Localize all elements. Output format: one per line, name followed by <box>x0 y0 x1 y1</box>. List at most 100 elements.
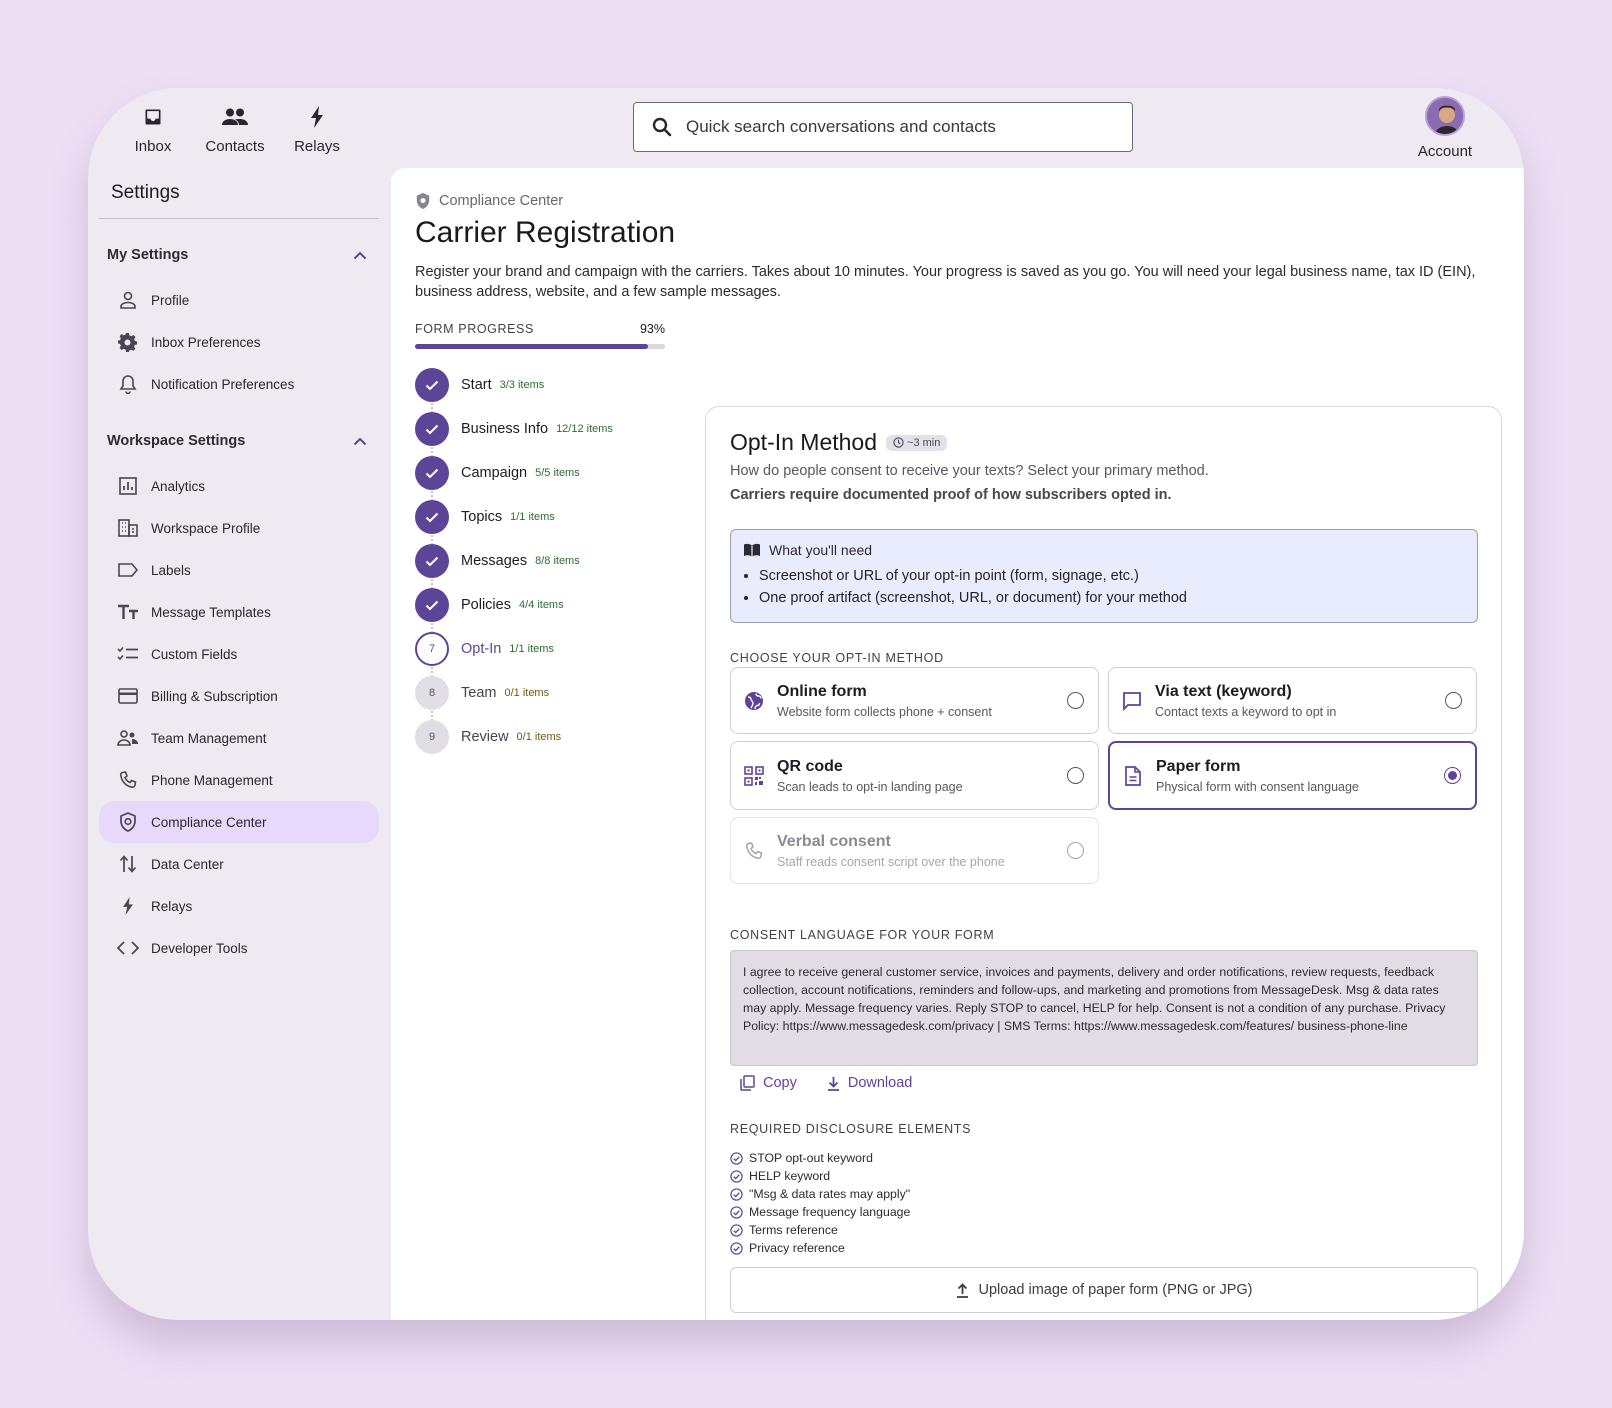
gear-icon <box>117 331 139 353</box>
method-paper-form[interactable]: Paper form Physical form with consent la… <box>1108 741 1477 810</box>
check-icon <box>415 500 449 534</box>
nav-inbox[interactable]: Inbox <box>112 102 194 155</box>
time-badge: ~3 min <box>886 434 948 451</box>
sidebar-item-analytics[interactable]: Analytics <box>99 465 379 507</box>
sidebar-item-compliance-center[interactable]: Compliance Center <box>99 801 379 843</box>
check-icon <box>415 544 449 578</box>
nav-relays[interactable]: Relays <box>276 102 358 155</box>
sidebar-item-custom-fields[interactable]: Custom Fields <box>99 633 379 675</box>
sidebar-item-label: Relays <box>151 898 193 914</box>
sidebar-item-label: Workspace Profile <box>151 520 261 536</box>
required-element-item: Privacy reference <box>730 1239 910 1257</box>
workspace-settings-header[interactable]: Workspace Settings <box>99 423 379 459</box>
step-campaign[interactable]: Campaign 5/5 items <box>415 451 665 495</box>
check-circle-icon <box>730 1205 749 1219</box>
step-business-info[interactable]: Business Info 12/12 items <box>415 407 665 451</box>
search-input[interactable] <box>686 117 1106 137</box>
sidebar-item-workspace-profile[interactable]: Workspace Profile <box>99 507 379 549</box>
step-start[interactable]: Start 3/3 items <box>415 363 665 407</box>
required-element-item: HELP keyword <box>730 1167 910 1185</box>
sidebar-item-phone-management[interactable]: Phone Management <box>99 759 379 801</box>
page-title: Carrier Registration <box>415 216 676 249</box>
sidebar-item-inbox-preferences[interactable]: Inbox Preferences <box>99 321 379 363</box>
shield-icon <box>117 811 139 833</box>
bolt-icon <box>117 895 139 917</box>
inbox-icon <box>143 102 163 132</box>
sidebar-item-label: Phone Management <box>151 772 273 788</box>
method-description: Website form collects phone + consent <box>777 704 992 719</box>
people-icon <box>222 102 248 132</box>
step-count: 1/1 items <box>509 643 554 655</box>
required-element-label: Privacy reference <box>749 1241 845 1255</box>
method-description: Staff reads consent script over the phon… <box>777 854 1005 869</box>
step-team[interactable]: 8 Team 0/1 items <box>415 671 665 715</box>
step-name: Team <box>461 685 497 701</box>
sidebar-item-relays[interactable]: Relays <box>99 885 379 927</box>
sidebar-item-profile[interactable]: Profile <box>99 279 379 321</box>
sidebar-item-label: Labels <box>151 562 191 578</box>
method-online-form[interactable]: Online form Website form collects phone … <box>730 667 1099 734</box>
account-button[interactable]: Account <box>1408 96 1482 160</box>
avatar <box>1425 96 1465 136</box>
sidebar-item-label: Notification Preferences <box>151 376 295 392</box>
page-description: Register your brand and campaign with th… <box>415 264 1476 300</box>
breadcrumb[interactable]: Compliance Center <box>415 192 563 210</box>
method-verbal-consent[interactable]: Verbal consent Staff reads consent scrip… <box>730 817 1099 884</box>
my-settings-header[interactable]: My Settings <box>99 237 379 273</box>
step-name: Business Info <box>461 421 549 437</box>
bell-icon <box>117 373 139 395</box>
required-elements-label: REQUIRED DISCLOSURE ELEMENTS <box>730 1122 972 1136</box>
required-element-label: Terms reference <box>749 1223 838 1237</box>
sidebar-item-labels[interactable]: Labels <box>99 549 379 591</box>
sidebar-item-label: Profile <box>151 292 190 308</box>
download-label: Download <box>847 1075 913 1091</box>
analytics-icon <box>117 475 139 497</box>
step-messages[interactable]: Messages 8/8 items <box>415 539 665 583</box>
sidebar-item-team-management[interactable]: Team Management <box>99 717 379 759</box>
step-count: 8/8 items <box>535 555 580 567</box>
progress-bar <box>415 344 665 349</box>
method-radio[interactable] <box>1445 692 1462 709</box>
method-description: Contact texts a keyword to opt in <box>1155 704 1337 719</box>
method-radio[interactable] <box>1067 692 1084 709</box>
copy-button[interactable]: Copy <box>740 1075 797 1091</box>
step-name: Review <box>461 729 509 745</box>
checklist-icon <box>117 643 139 665</box>
method-qr-code[interactable]: QR code Scan leads to opt-in landing pag… <box>730 741 1099 810</box>
bolt-icon <box>310 102 324 132</box>
method-radio[interactable] <box>1067 842 1084 859</box>
globe-icon <box>743 690 765 712</box>
step-opt-in[interactable]: 7 Opt-In 1/1 items <box>415 627 665 671</box>
step-name: Policies <box>461 597 511 613</box>
consent-text-box[interactable]: I agree to receive general customer serv… <box>730 950 1478 1066</box>
sidebar-item-message-templates[interactable]: Message Templates <box>99 591 379 633</box>
progress-bar-fill <box>415 344 648 349</box>
form-progress: FORM PROGRESS 93% Start 3/3 items Business… <box>415 322 665 759</box>
check-circle-icon <box>730 1241 749 1255</box>
sidebar-item-data-center[interactable]: Data Center <box>99 843 379 885</box>
upload-button[interactable]: Upload image of paper form (PNG or JPG) <box>730 1267 1478 1313</box>
step-topics[interactable]: Topics 1/1 items <box>415 495 665 539</box>
progress-label: FORM PROGRESS <box>415 322 534 336</box>
search-icon <box>652 117 672 137</box>
clock-icon <box>893 437 904 448</box>
step-count: 0/1 items <box>504 687 550 699</box>
check-icon <box>415 368 449 402</box>
method-name: QR code <box>777 757 843 775</box>
sidebar-item-developer-tools[interactable]: Developer Tools <box>99 927 379 969</box>
step-policies[interactable]: Policies 4/4 items <box>415 583 665 627</box>
method-radio[interactable] <box>1067 767 1084 784</box>
sidebar-item-notification-preferences[interactable]: Notification Preferences <box>99 363 379 405</box>
sidebar-item-billing[interactable]: Billing & Subscription <box>99 675 379 717</box>
book-icon <box>744 543 760 557</box>
copy-label: Copy <box>763 1075 797 1091</box>
download-button[interactable]: Download <box>827 1075 913 1091</box>
step-review[interactable]: 9 Review 0/1 items <box>415 715 665 759</box>
nav-label: Contacts <box>205 138 265 155</box>
progress-percent: 93% <box>639 322 665 336</box>
requirements-box: What you'll need Screenshot or URL of yo… <box>730 529 1478 623</box>
method-via-text[interactable]: Via text (keyword) Contact texts a keywo… <box>1108 667 1477 734</box>
nav-contacts[interactable]: Contacts <box>194 102 276 155</box>
method-radio-selected[interactable] <box>1444 767 1461 784</box>
method-name: Via text (keyword) <box>1155 682 1292 700</box>
